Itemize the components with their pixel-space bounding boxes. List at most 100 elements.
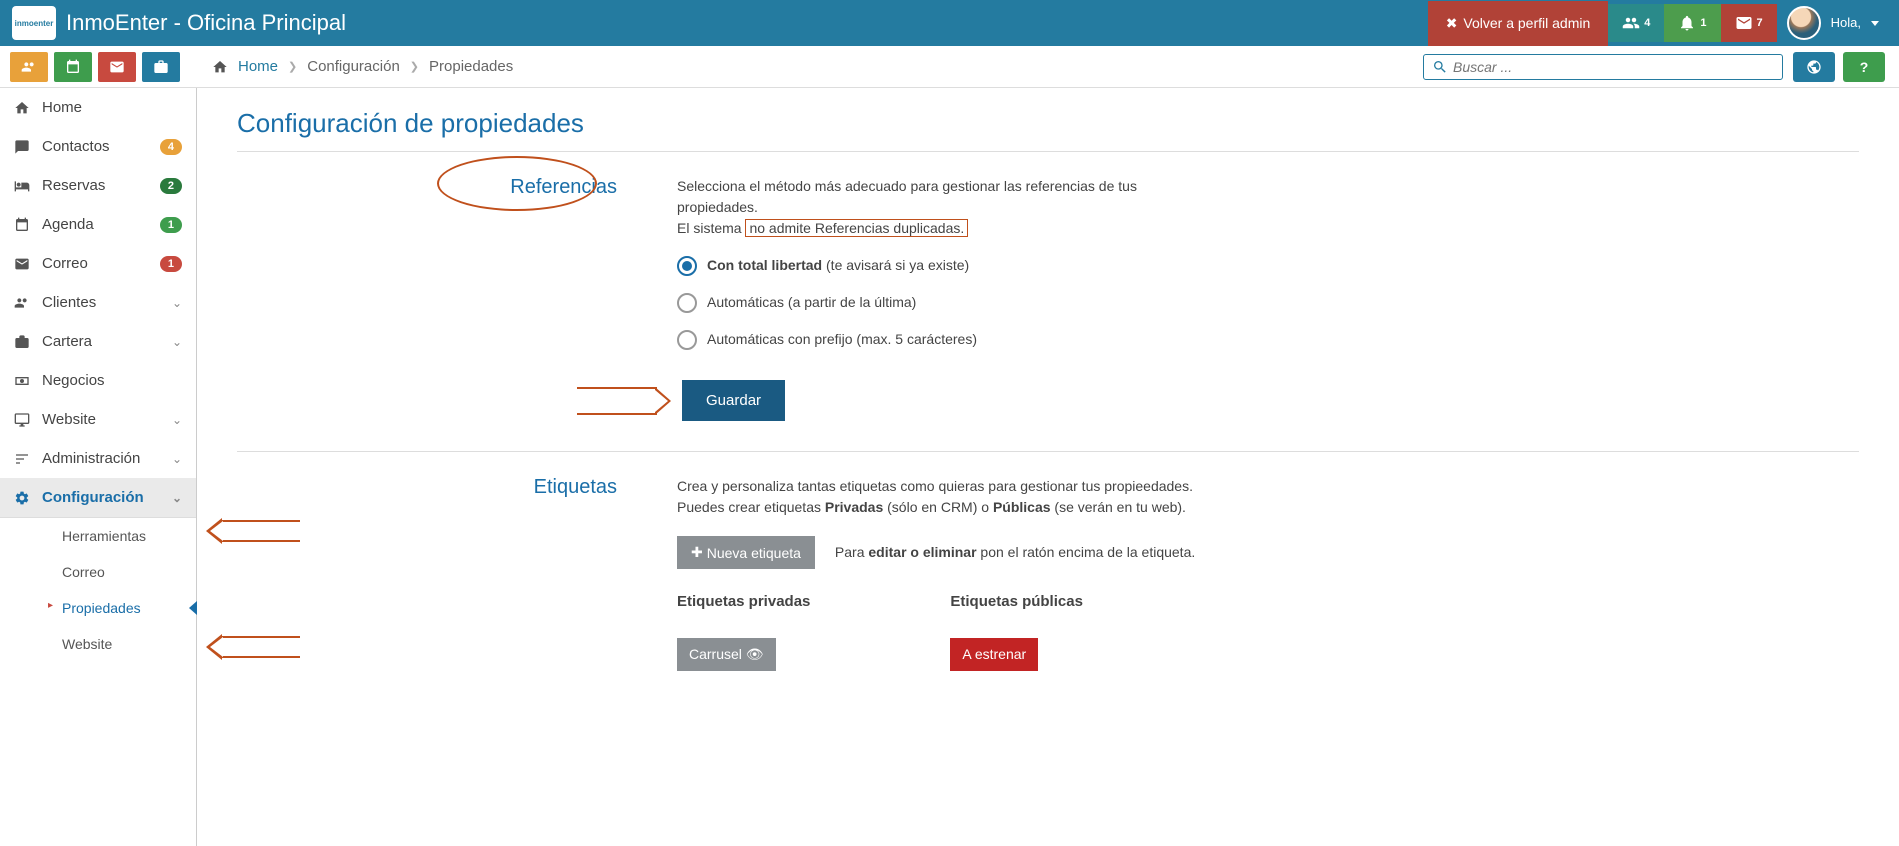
breadcrumb-home[interactable]: Home bbox=[238, 58, 278, 75]
sidebar-item-cartera[interactable]: Cartera ⌄ bbox=[0, 322, 196, 361]
sidebar-label: Cartera bbox=[42, 333, 160, 350]
bell-icon bbox=[1678, 14, 1696, 32]
page-title: Configuración de propiedades bbox=[237, 108, 1859, 139]
chevron-down-icon: ⌄ bbox=[172, 491, 182, 505]
home-icon bbox=[212, 59, 228, 75]
money-icon bbox=[14, 373, 30, 389]
globe-icon bbox=[1806, 59, 1822, 75]
etiq-desc1: Crea y personaliza tantas etiquetas como… bbox=[677, 476, 1217, 497]
briefcase-icon bbox=[14, 334, 30, 350]
quick-mail-button[interactable] bbox=[98, 52, 136, 82]
sidebar-item-negocios[interactable]: Negocios bbox=[0, 361, 196, 400]
edit-hint: Para editar o eliminar pon el ratón enci… bbox=[835, 542, 1195, 563]
sidebar-item-home[interactable]: Home bbox=[0, 88, 196, 127]
sidebar-item-admin[interactable]: Administración ⌄ bbox=[0, 439, 196, 478]
main-content: Configuración de propiedades Referencias… bbox=[197, 88, 1899, 846]
avatar bbox=[1787, 6, 1821, 40]
sidebar-subitem-correo[interactable]: Correo bbox=[20, 554, 196, 590]
badge: 1 bbox=[160, 217, 182, 233]
etiq-desc2: Puedes crear etiquetas Privadas (sólo en… bbox=[677, 497, 1217, 518]
annotation-arrow bbox=[220, 520, 300, 542]
sidebar-label: Agenda bbox=[42, 216, 148, 233]
breadcrumb-sep: ❯ bbox=[288, 60, 297, 73]
sidebar-label: Clientes bbox=[42, 294, 160, 311]
chevron-down-icon: ⌄ bbox=[172, 413, 182, 427]
bed-icon bbox=[14, 178, 30, 194]
quick-briefcase-button[interactable] bbox=[142, 52, 180, 82]
radio-icon bbox=[677, 256, 697, 276]
sidebar-item-agenda[interactable]: Agenda 1 bbox=[0, 205, 196, 244]
quick-users-button[interactable] bbox=[10, 52, 48, 82]
badge: 2 bbox=[160, 178, 182, 194]
section-referencias: Referencias Selecciona el método más ade… bbox=[237, 176, 1859, 421]
mail-icon bbox=[14, 256, 30, 272]
action-bar: Home ❯ Configuración ❯ Propiedades ? bbox=[0, 46, 1899, 88]
new-tag-button[interactable]: ✚Nueva etiqueta bbox=[677, 536, 815, 569]
app-title: InmoEnter - Oficina Principal bbox=[66, 10, 1428, 36]
sliders-icon bbox=[14, 451, 30, 467]
sidebar-item-website[interactable]: Website ⌄ bbox=[0, 400, 196, 439]
badge: 4 bbox=[160, 139, 182, 155]
gears-icon bbox=[14, 490, 30, 506]
radio-option-auto[interactable]: Automáticas (a partir de la última) bbox=[677, 292, 1217, 313]
search-input[interactable] bbox=[1453, 59, 1774, 75]
radio-option-prefijo[interactable]: Automáticas con prefijo (max. 5 carácter… bbox=[677, 329, 1217, 350]
badge: 1 bbox=[160, 256, 182, 272]
radio-icon bbox=[677, 293, 697, 313]
mail-notif-button[interactable]: 7 bbox=[1721, 4, 1777, 42]
col-heading: Etiquetas privadas bbox=[677, 591, 810, 614]
divider bbox=[237, 151, 1859, 152]
sidebar-item-contactos[interactable]: Contactos 4 bbox=[0, 127, 196, 166]
ref-desc1: Selecciona el método más adecuado para g… bbox=[677, 176, 1217, 218]
users-icon bbox=[14, 295, 30, 311]
radio-label: Automáticas con prefijo (max. 5 carácter… bbox=[707, 329, 977, 350]
calendar-icon bbox=[65, 59, 81, 75]
monitor-icon bbox=[14, 412, 30, 428]
back-to-admin-button[interactable]: ✖ Volver a perfil admin bbox=[1428, 1, 1609, 46]
sidebar-item-reservas[interactable]: Reservas 2 bbox=[0, 166, 196, 205]
sidebar-subitem-herramientas[interactable]: Herramientas bbox=[20, 518, 196, 554]
radio-label: Con total libertad (te avisará si ya exi… bbox=[707, 255, 969, 276]
sidebar-label: Contactos bbox=[42, 138, 148, 155]
save-button[interactable]: Guardar bbox=[682, 380, 785, 421]
top-header: inmoenter InmoEnter - Oficina Principal … bbox=[0, 0, 1899, 46]
chevron-down-icon: ⌄ bbox=[172, 335, 182, 349]
tag-carrusel[interactable]: Carrusel 👁 bbox=[677, 638, 776, 671]
sidebar-item-correo[interactable]: Correo 1 bbox=[0, 244, 196, 283]
sidebar-label: Configuración bbox=[42, 489, 160, 506]
radio-icon bbox=[677, 330, 697, 350]
radio-option-libertad[interactable]: Con total libertad (te avisará si ya exi… bbox=[677, 255, 1217, 276]
chevron-down-icon: ⌄ bbox=[172, 452, 182, 466]
logo[interactable]: inmoenter bbox=[12, 6, 56, 40]
search-box[interactable] bbox=[1423, 54, 1783, 80]
help-button[interactable]: ? bbox=[1843, 52, 1885, 82]
user-greeting: Hola, bbox=[1831, 15, 1861, 31]
highlighted-text: no admite Referencias duplicadas. bbox=[745, 219, 968, 237]
mail-icon bbox=[1735, 14, 1753, 32]
sidebar-item-clientes[interactable]: Clientes ⌄ bbox=[0, 283, 196, 322]
sidebar-label: Correo bbox=[42, 255, 148, 272]
users-notif-button[interactable]: 4 bbox=[1608, 4, 1664, 42]
briefcase-icon bbox=[153, 59, 169, 75]
sidebar-label: Home bbox=[42, 99, 182, 116]
quick-calendar-button[interactable] bbox=[54, 52, 92, 82]
plus-icon: ✚ bbox=[691, 544, 703, 561]
sidebar-subitem-propiedades[interactable]: Propiedades bbox=[20, 590, 196, 626]
private-tags-column: Etiquetas privadas Carrusel 👁 bbox=[677, 591, 810, 671]
users-badge: 4 bbox=[1644, 17, 1650, 29]
user-menu[interactable]: Hola, bbox=[1777, 6, 1899, 40]
section-heading: Etiquetas bbox=[534, 476, 617, 499]
bell-badge: 1 bbox=[1700, 17, 1706, 29]
sidebar-subitem-website[interactable]: Website bbox=[20, 626, 196, 662]
bell-notif-button[interactable]: 1 bbox=[1664, 4, 1720, 42]
btn-label: Nueva etiqueta bbox=[707, 545, 801, 561]
mail-icon bbox=[109, 59, 125, 75]
tag-estrenar[interactable]: A estrenar bbox=[950, 638, 1038, 671]
breadcrumb-current: Propiedades bbox=[429, 58, 513, 75]
chevron-down-icon: ⌄ bbox=[172, 296, 182, 310]
globe-button[interactable] bbox=[1793, 52, 1835, 82]
sidebar-item-config[interactable]: Configuración ⌄ bbox=[0, 478, 196, 518]
mail-badge: 7 bbox=[1757, 17, 1763, 29]
users-icon bbox=[21, 59, 37, 75]
sidebar-label: Negocios bbox=[42, 372, 182, 389]
